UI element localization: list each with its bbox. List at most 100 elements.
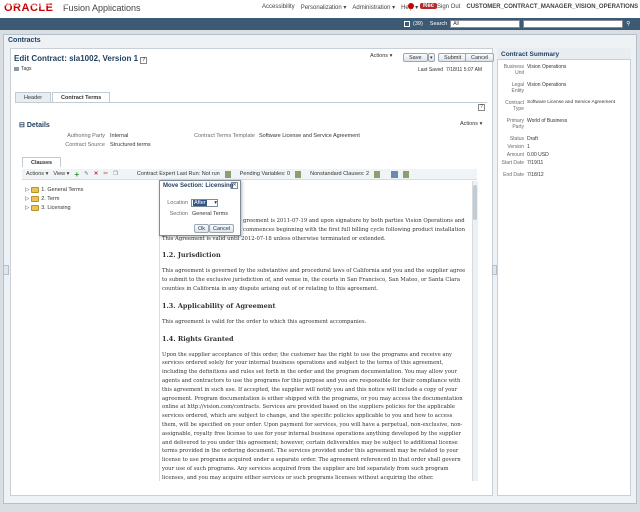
nav-recent-items[interactable]: Recent Items ▾ <box>62 2 99 8</box>
collapse-left-handle[interactable] <box>3 265 9 275</box>
nav-menu: Home Navigator ▾ Recent Items ▾ Favorite… <box>5 2 226 8</box>
last-saved: Last Saved 7/18/11 5:07 AM <box>418 67 482 73</box>
clauses-toolbar: Actions ▾ View ▾ + ✎ ✕ ✂ ❐ Contract Expe… <box>22 169 477 180</box>
clauses-actions-menu[interactable]: Actions ▾ <box>26 171 48 177</box>
details-header[interactable]: ⊟ Details <box>19 121 50 129</box>
search-label: Search <box>429 21 448 27</box>
add-icon[interactable]: + <box>74 170 79 179</box>
variables-icon[interactable] <box>295 170 302 178</box>
nav-group-spaces[interactable]: Group Spaces <box>191 2 226 8</box>
help-icon[interactable]: ? <box>140 57 148 64</box>
administration-menu[interactable]: Administration ▾ <box>352 4 395 11</box>
folder-icon <box>31 204 40 211</box>
rec-area: Rec <box>408 3 438 9</box>
section-heading: 1.3. Applicability of Agreement <box>162 301 276 310</box>
collapse-icon[interactable]: ⊟ <box>19 122 25 129</box>
dialog-cancel-button[interactable]: Cancel <box>209 224 235 233</box>
nonstandard-clauses-label: Nonstandard Clauses: 2 <box>310 171 370 177</box>
breadcrumb[interactable]: Contracts <box>8 37 41 44</box>
nav-favorites[interactable]: Favorites ▾ <box>105 2 132 8</box>
tab-divider <box>15 102 487 103</box>
summary-fields: Business Unit Vision Operations Legal Ent… <box>499 64 629 178</box>
document-scrollbar[interactable] <box>472 181 478 481</box>
summary-value: World of Business <box>527 118 568 124</box>
tab-header[interactable]: Header <box>15 92 52 102</box>
save-button[interactable]: Save <box>403 53 428 62</box>
expand-icon[interactable]: ▷ <box>25 205 29 211</box>
dialog-title: Move Section: Licensing <box>163 183 234 189</box>
summary-title: Contract Summary <box>501 51 560 58</box>
nav-right: (39) Search All ⚲ <box>404 20 630 28</box>
nav-tags[interactable]: Tags <box>139 2 151 8</box>
search-scope-select[interactable]: All <box>450 20 521 28</box>
expand-icon[interactable]: ▷ <box>25 196 29 202</box>
ok-button[interactable]: Ok <box>194 224 210 233</box>
section-text: Upon the supplier acceptance of this ord… <box>162 351 463 481</box>
nav-watchlist[interactable]: Watchlist ▾ <box>158 2 184 8</box>
section-text: This agreement is governed by the substa… <box>162 268 466 292</box>
run-expert-icon[interactable] <box>224 170 231 178</box>
submit-button[interactable]: Submit <box>438 53 468 62</box>
summary-value: Software License and Service Agreement <box>527 100 615 105</box>
dialog-close-icon[interactable]: ✕ <box>231 182 238 189</box>
summary-value: 1 <box>527 144 530 150</box>
summary-label: Amount <box>506 152 524 158</box>
copy-icon[interactable]: ❐ <box>113 171 118 177</box>
page-actions-menu[interactable]: Actions ▾ <box>370 53 392 59</box>
rec-button[interactable]: Rec <box>420 3 438 9</box>
recording-icon <box>408 3 414 9</box>
last-saved-label: Last Saved <box>418 67 444 73</box>
summary-label: Legal Entity <box>511 82 524 94</box>
section-heading: 1.2. Jurisdiction <box>162 251 221 260</box>
sign-out-link[interactable]: Sign Out <box>437 4 460 10</box>
scrollbar-thumb[interactable] <box>473 185 477 220</box>
document-icon[interactable] <box>391 170 399 178</box>
tab-help-icon[interactable]: ? <box>478 104 485 111</box>
tab-clauses[interactable]: Clauses <box>22 157 62 167</box>
tab-bar: Header Contract Terms <box>15 92 111 102</box>
clauses-view-menu[interactable]: View ▾ <box>53 171 69 177</box>
notifications-icon[interactable] <box>404 21 410 27</box>
summary-value: 7/18/12 <box>527 172 544 178</box>
save-dropdown-icon[interactable]: ▾ <box>428 53 435 62</box>
section-label: Section <box>169 211 188 217</box>
preview-icon[interactable] <box>403 170 410 178</box>
expand-icon[interactable]: ▷ <box>25 187 29 193</box>
tags-link[interactable]: Tags <box>14 66 32 72</box>
tree-item-term[interactable]: ▷ 2. Term <box>25 194 159 203</box>
summary-value: Vision Operations <box>527 64 567 70</box>
accessibility-link[interactable]: Accessibility <box>262 4 295 11</box>
summary-value: 0.00 USD <box>527 152 549 158</box>
summary-label: Start Date <box>501 160 524 166</box>
user-links: Sign Out CUSTOMER_CONTRACT_MANAGER_VISIO… <box>437 4 638 10</box>
global-links: Accessibility Personalization ▾ Administ… <box>262 4 418 11</box>
details-actions-menu[interactable]: Actions ▾ <box>460 121 482 127</box>
last-saved-value: 7/18/11 5:07 AM <box>446 67 483 73</box>
folder-icon <box>31 186 40 193</box>
search-icon[interactable]: ⚲ <box>626 21 630 27</box>
notifications-count[interactable]: (39) <box>413 21 423 27</box>
tag-icon <box>14 67 19 71</box>
contract-source-value: Structured terms <box>110 142 151 148</box>
chevron-down-icon: ▾ <box>214 200 217 206</box>
summary-label: Version <box>507 144 524 150</box>
nav-navigator[interactable]: Navigator ▾ <box>27 2 55 8</box>
cut-icon[interactable]: ✂ <box>103 171 108 177</box>
nonstandard-icon[interactable] <box>374 170 381 178</box>
cancel-button[interactable]: Cancel <box>465 53 495 62</box>
section-heading: 1.4. Rights Granted <box>162 334 234 343</box>
tree-item-licensing[interactable]: ▷ 3. Licensing <box>25 203 159 212</box>
authoring-party-label: Authoring Party <box>67 133 105 139</box>
delete-icon[interactable]: ✕ <box>94 171 99 177</box>
tab-contract-terms[interactable]: Contract Terms <box>52 92 111 102</box>
summary-value: 7/19/11 <box>527 160 544 166</box>
nav-home[interactable]: Home <box>5 2 20 8</box>
personalization-menu[interactable]: Personalization ▾ <box>301 4 347 11</box>
expert-label: Contract Expert Last Run: Not run <box>136 171 220 177</box>
edit-icon[interactable]: ✎ <box>84 171 89 177</box>
search-input[interactable] <box>523 20 624 28</box>
location-select[interactable]: After ▾ <box>191 199 218 207</box>
tree-item-general-terms[interactable]: ▷ 1. General Terms <box>25 185 159 194</box>
section-value: General Terms <box>192 211 228 217</box>
location-label: Location <box>167 200 188 206</box>
